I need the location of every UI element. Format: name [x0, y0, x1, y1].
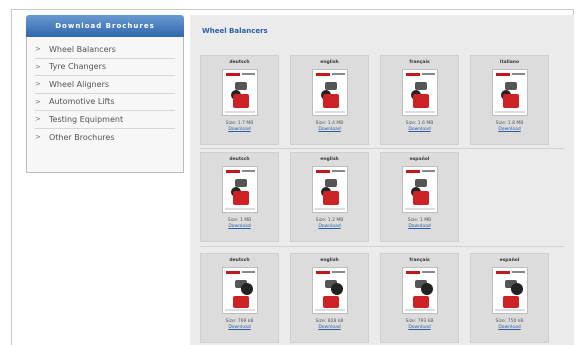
brochure-language: français — [409, 60, 430, 65]
download-link[interactable]: Download — [471, 325, 548, 330]
file-size: Size: 769 kB — [225, 319, 254, 324]
brochure-card: deutsch Size: 1 MB Download — [200, 152, 279, 242]
brochure-language: english — [320, 60, 339, 65]
brochure-panel: Wheel Balancers deutsch Size: 1.7 MB Dow… — [190, 15, 574, 345]
sidebar-item-label: Wheel Balancers — [49, 44, 116, 54]
sidebar-item-testing-equipment[interactable]: > Testing Equipment — [35, 111, 175, 129]
brochure-language: deutsch — [229, 157, 250, 162]
download-link[interactable]: Download — [381, 224, 458, 229]
download-link[interactable]: Download — [381, 325, 458, 330]
row-divider — [200, 148, 564, 149]
download-link[interactable]: Download — [201, 224, 278, 229]
sidebar: Download Brochures > Wheel Balancers > T… — [26, 15, 184, 173]
file-size: Size: 1.6 MB — [405, 121, 434, 126]
brochure-language: deutsch — [229, 258, 250, 263]
file-size: Size: 793 kB — [405, 319, 434, 324]
sidebar-item-wheel-balancers[interactable]: > Wheel Balancers — [35, 41, 175, 59]
file-size: Size: 750 kB — [495, 319, 524, 324]
brochure-card: english Size: 1.4 MB Download — [290, 55, 369, 145]
brochure-thumbnail[interactable] — [222, 267, 258, 314]
brochure-language: español — [409, 157, 430, 162]
chevron-right-icon: > — [35, 115, 41, 124]
brochure-thumbnail[interactable] — [312, 267, 348, 314]
chevron-right-icon: > — [35, 80, 41, 89]
brochure-language: español — [499, 258, 520, 263]
brochure-thumbnail[interactable] — [312, 69, 348, 116]
sidebar-item-label: Testing Equipment — [49, 114, 124, 124]
brochure-language: deutsch — [229, 60, 250, 65]
file-size: Size: 1 MB — [227, 218, 252, 223]
brochure-row: deutsch Size: 1.7 MB Download english Si… — [200, 55, 549, 145]
download-link[interactable]: Download — [291, 325, 368, 330]
brochure-language: italiano — [499, 60, 520, 65]
download-link[interactable]: Download — [291, 224, 368, 229]
sidebar-item-label: Automotive Lifts — [49, 97, 115, 107]
file-size: Size: 828 kB — [315, 319, 344, 324]
brochure-row: deutsch Size: 769 kB Download english Si… — [200, 253, 549, 343]
download-link[interactable]: Download — [201, 325, 278, 330]
brochure-thumbnail[interactable] — [222, 166, 258, 213]
sidebar-item-wheel-aligners[interactable]: > Wheel Aligners — [35, 76, 175, 94]
brochure-row: deutsch Size: 1 MB Download english Size… — [200, 152, 459, 242]
brochure-thumbnail[interactable] — [402, 267, 438, 314]
sidebar-item-label: Tyre Changers — [49, 62, 107, 72]
chevron-right-icon: > — [35, 133, 41, 142]
download-link[interactable]: Download — [291, 127, 368, 132]
download-link[interactable]: Download — [471, 127, 548, 132]
file-size: Size: 1 MB — [407, 218, 432, 223]
sidebar-item-label: Other Brochures — [49, 132, 115, 142]
brochure-card: deutsch Size: 1.7 MB Download — [200, 55, 279, 145]
sidebar-item-other-brochures[interactable]: > Other Brochures — [35, 129, 175, 147]
sidebar-item-label: Wheel Aligners — [49, 79, 110, 89]
row-divider — [200, 246, 564, 247]
brochure-card: english Size: 1.2 MB Download — [290, 152, 369, 242]
brochure-thumbnail[interactable] — [492, 69, 528, 116]
download-link[interactable]: Download — [201, 127, 278, 132]
brochure-card: français Size: 793 kB Download — [380, 253, 459, 343]
brochure-card: english Size: 828 kB Download — [290, 253, 369, 343]
download-link[interactable]: Download — [381, 127, 458, 132]
brochure-card: italiano Size: 1.8 MB Download — [470, 55, 549, 145]
file-size: Size: 1.7 MB — [225, 121, 254, 126]
brochure-thumbnail[interactable] — [312, 166, 348, 213]
brochure-thumbnail[interactable] — [402, 166, 438, 213]
sidebar-item-tyre-changers[interactable]: > Tyre Changers — [35, 59, 175, 76]
brochure-card: español Size: 750 kB Download — [470, 253, 549, 343]
file-size: Size: 1.2 MB — [315, 218, 344, 223]
chevron-right-icon: > — [35, 45, 41, 54]
sidebar-list: > Wheel Balancers > Tyre Changers > Whee… — [26, 37, 184, 173]
brochure-thumbnail[interactable] — [222, 69, 258, 116]
brochure-card: deutsch Size: 769 kB Download — [200, 253, 279, 343]
brochure-language: english — [320, 157, 339, 162]
file-size: Size: 1.8 MB — [495, 121, 524, 126]
chevron-right-icon: > — [35, 62, 41, 71]
file-size: Size: 1.4 MB — [315, 121, 344, 126]
sidebar-header: Download Brochures — [26, 15, 184, 37]
brochure-card: français Size: 1.6 MB Download — [380, 55, 459, 145]
brochure-language: français — [409, 258, 430, 263]
brochure-language: english — [320, 258, 339, 263]
brochure-card: español Size: 1 MB Download — [380, 152, 459, 242]
chevron-right-icon: > — [35, 97, 41, 106]
sidebar-item-automotive-lifts[interactable]: > Automotive Lifts — [35, 94, 175, 111]
section-title: Wheel Balancers — [202, 27, 268, 35]
brochure-thumbnail[interactable] — [402, 69, 438, 116]
brochure-thumbnail[interactable] — [492, 267, 528, 314]
